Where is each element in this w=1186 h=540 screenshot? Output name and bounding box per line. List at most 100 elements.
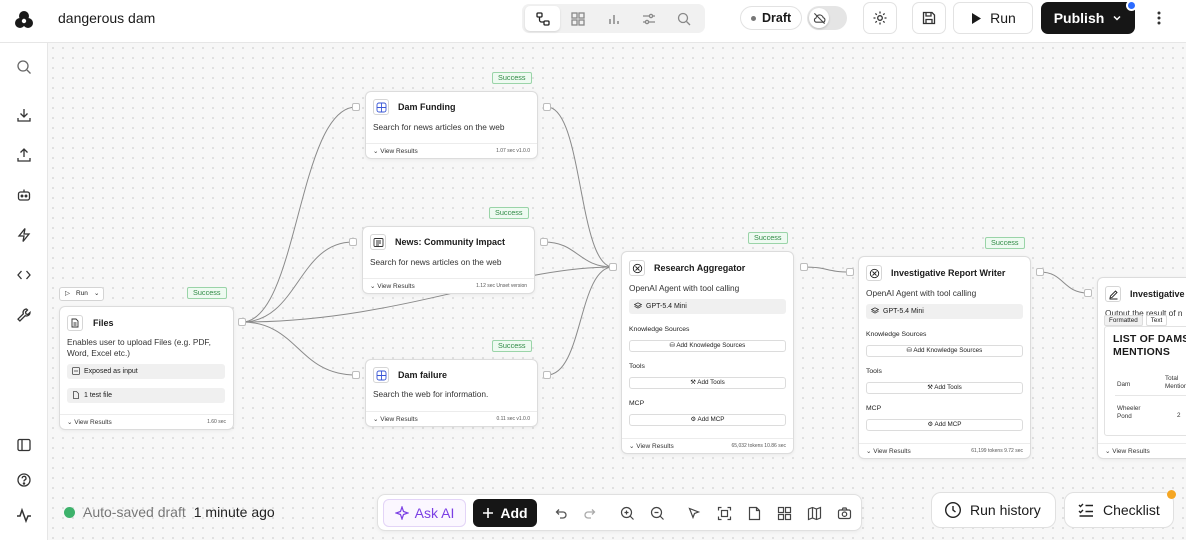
help-icon[interactable]	[14, 470, 34, 490]
add-knowledge-button[interactable]: ⛁ Add Knowledge Sources	[866, 345, 1023, 357]
status-dot	[64, 506, 75, 518]
tab-text[interactable]: Text	[1145, 315, 1168, 326]
output-handle[interactable]	[543, 103, 551, 111]
node-meta: 65,032 tokens 10.86 sec	[731, 443, 787, 449]
layout-icon[interactable]	[776, 505, 792, 521]
more-menu-button[interactable]	[1150, 9, 1168, 27]
input-handle[interactable]	[1084, 289, 1092, 297]
workflow-view-tab[interactable]	[525, 6, 561, 31]
minimap-icon[interactable]	[806, 505, 822, 521]
zap-icon[interactable]	[14, 225, 34, 245]
cloud-off-icon	[813, 12, 825, 24]
code-icon[interactable]	[14, 265, 34, 285]
project-title[interactable]: dangerous dam	[58, 10, 155, 26]
view-results-toggle[interactable]: ⌄ View Results	[1105, 447, 1150, 455]
upload-icon[interactable]	[14, 145, 34, 165]
input-handle[interactable]	[609, 263, 617, 271]
note-icon[interactable]	[746, 505, 762, 521]
tab-formatted[interactable]: Formatted	[1104, 315, 1143, 326]
community-impact-node[interactable]: News: Community Impact Search for news a…	[362, 226, 535, 294]
camera-icon[interactable]	[836, 505, 852, 521]
files-node[interactable]: Files Enables user to upload Files (e.g.…	[59, 306, 234, 430]
dam-funding-node[interactable]: Dam Funding Search for news articles on …	[365, 91, 538, 159]
zoom-in-icon[interactable]	[619, 505, 635, 521]
clock-icon	[944, 501, 962, 519]
status-badge: Success	[187, 287, 227, 299]
output-handle[interactable]	[543, 371, 551, 379]
test-file-chip[interactable]: 1 test file	[67, 388, 225, 403]
add-tools-button[interactable]: ⚒ Add Tools	[866, 382, 1023, 394]
analytics-view-tab[interactable]	[596, 6, 631, 31]
grid-view-tab[interactable]	[560, 6, 595, 31]
canvas-toolbar: Ask AI Add	[377, 494, 862, 531]
run-label: Run	[990, 10, 1016, 26]
chip-label: 1 test file	[84, 392, 113, 399]
report-output-node[interactable]: Investigative R Output the result of n F…	[1097, 277, 1186, 459]
node-run-button[interactable]: ▷ Run ⌄	[59, 287, 105, 301]
wrench-icon[interactable]	[14, 305, 34, 325]
autosave-time: 1 minute ago	[193, 504, 275, 520]
plus-icon	[483, 508, 494, 518]
activity-icon[interactable]	[14, 505, 34, 525]
search-view-tab[interactable]	[667, 6, 702, 31]
undo-icon[interactable]	[552, 505, 568, 521]
output-handle[interactable]	[238, 318, 246, 326]
input-handle[interactable]	[846, 268, 854, 276]
publish-button[interactable]: Publish	[1041, 2, 1135, 34]
add-knowledge-button[interactable]: ⛁ Add Knowledge Sources	[629, 340, 786, 352]
add-mcp-button[interactable]: ⚙ Add MCP	[629, 414, 786, 426]
autosave-status: Auto-saved draft 1 minute ago	[64, 504, 275, 520]
exposed-input-chip[interactable]: Exposed as input	[67, 364, 225, 379]
output-handle[interactable]	[1036, 268, 1044, 276]
pointer-icon[interactable]	[686, 505, 702, 521]
settings-button[interactable]	[863, 2, 897, 34]
mcp-label: MCP	[866, 405, 882, 412]
visibility-toggle[interactable]	[807, 6, 847, 30]
workflow-canvas[interactable]: ▷ Run ⌄ Success Files Enables user to up…	[48, 43, 1186, 540]
input-handle[interactable]	[349, 238, 357, 246]
input-handle[interactable]	[352, 371, 360, 379]
node-title: Investigative Report Writer	[891, 268, 1006, 278]
report-writer-node[interactable]: Investigative Report Writer OpenAI Agent…	[858, 256, 1031, 459]
settings-view-tab[interactable]	[631, 6, 666, 31]
sparkle-icon	[394, 506, 409, 520]
table-header-mentions: Total Mentions	[1165, 375, 1186, 390]
search-icon[interactable]	[14, 57, 34, 77]
node-description: OpenAI Agent with tool calling	[629, 283, 740, 293]
sliders-icon	[642, 13, 655, 24]
add-tools-button[interactable]: ⚒ Add Tools	[629, 377, 786, 389]
play-icon: ▷	[65, 290, 70, 297]
view-results-toggle[interactable]: ⌄ View Results	[373, 147, 418, 155]
output-handle[interactable]	[800, 263, 808, 271]
zoom-out-icon[interactable]	[649, 505, 665, 521]
add-mcp-button[interactable]: ⚙ Add MCP	[866, 419, 1023, 431]
download-icon[interactable]	[14, 105, 34, 125]
view-results-toggle[interactable]: ⌄ View Results	[370, 282, 415, 290]
save-button[interactable]	[912, 2, 946, 34]
checklist-button[interactable]: Checklist	[1064, 492, 1174, 528]
model-selector[interactable]: GPT-5.4 Mini	[866, 304, 1023, 319]
add-node-button[interactable]: Add	[473, 499, 537, 527]
redo-icon[interactable]	[582, 505, 598, 521]
run-button[interactable]: Run	[953, 2, 1033, 34]
bot-icon[interactable]	[14, 185, 34, 205]
view-results-toggle[interactable]: ⌄ View Results	[866, 447, 911, 455]
save-icon	[922, 11, 936, 25]
node-title: Dam Funding	[398, 102, 456, 112]
view-results-toggle[interactable]: ⌄ View Results	[67, 418, 112, 426]
panel-icon[interactable]	[14, 435, 34, 455]
node-description: Enables user to upload Files (e.g. PDF, …	[67, 337, 211, 358]
run-history-button[interactable]: Run history	[931, 492, 1056, 528]
output-handle[interactable]	[540, 238, 548, 246]
fit-view-icon[interactable]	[716, 505, 732, 521]
input-handle[interactable]	[352, 103, 360, 111]
view-results-toggle[interactable]: ⌄ View Results	[629, 442, 674, 450]
input-icon	[72, 367, 80, 375]
status-badge: Success	[748, 232, 788, 244]
model-selector[interactable]: GPT-5.4 Mini	[629, 299, 786, 314]
ask-ai-button[interactable]: Ask AI	[383, 499, 466, 527]
research-aggregator-node[interactable]: Research Aggregator OpenAI Agent with to…	[621, 251, 794, 454]
dam-failure-node[interactable]: Dam failure Search the web for informati…	[365, 359, 538, 427]
app-logo-icon[interactable]	[13, 9, 35, 31]
view-results-toggle[interactable]: ⌄ View Results	[373, 415, 418, 423]
